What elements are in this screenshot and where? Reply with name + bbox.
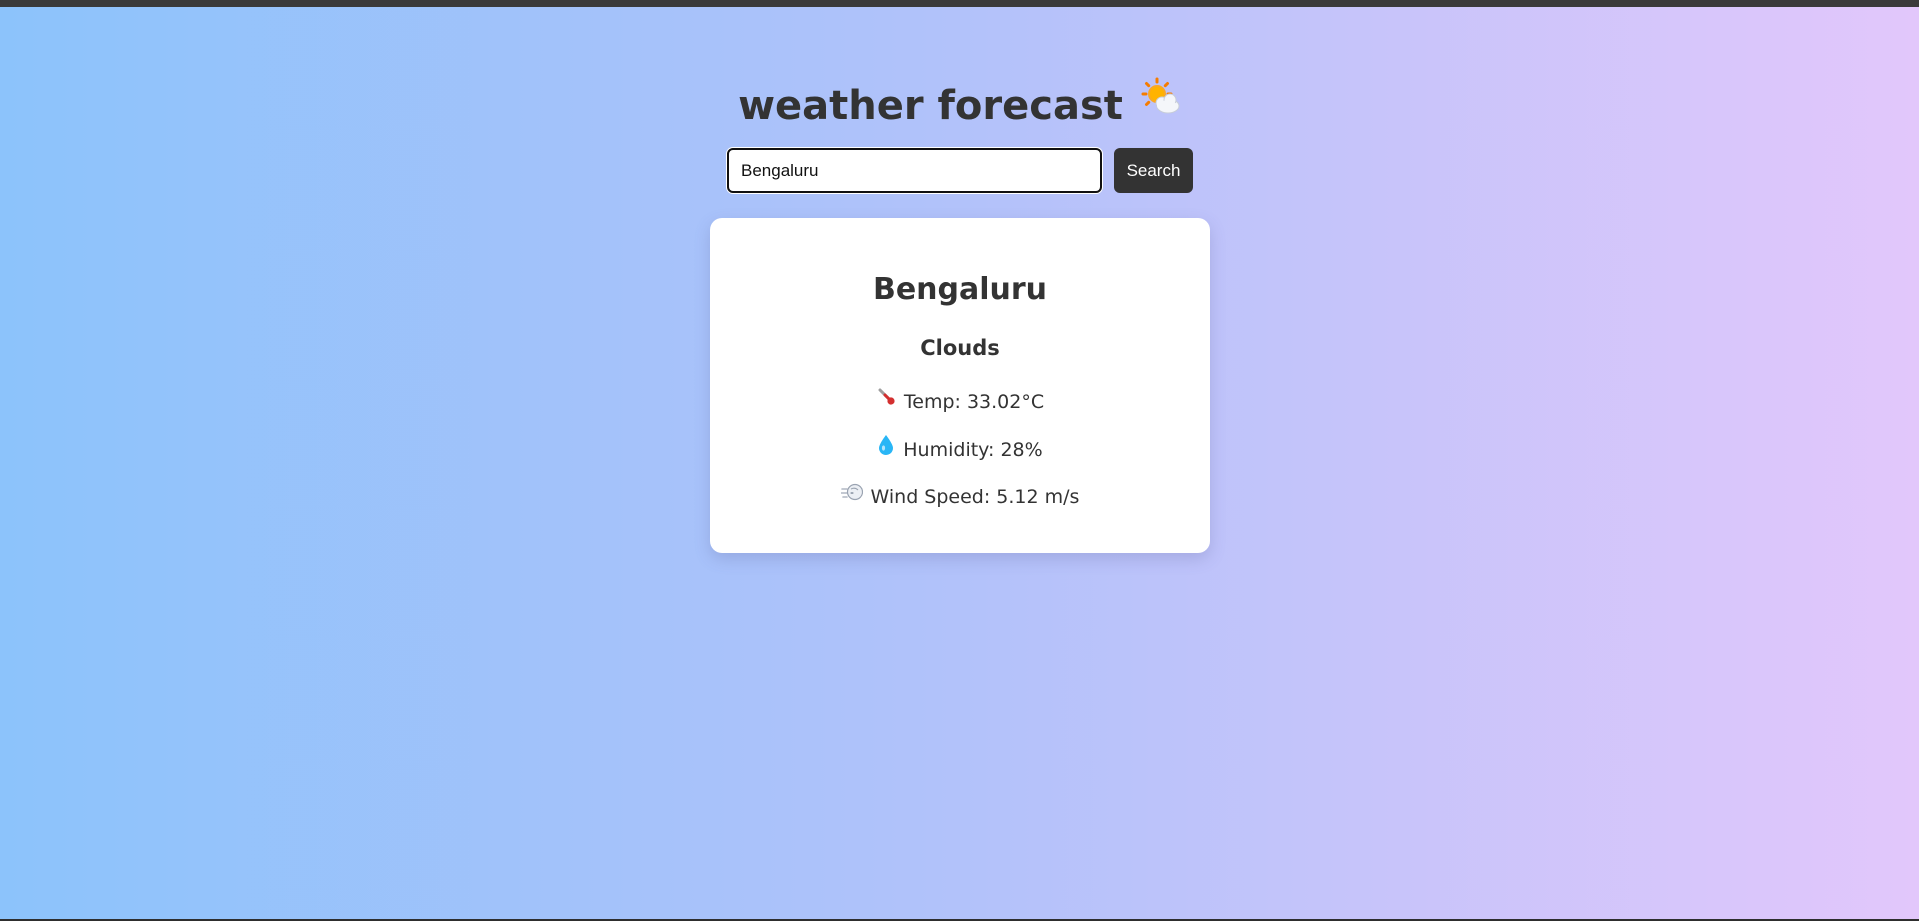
temperature-text: Temp: 33.02°C: [903, 391, 1045, 413]
wind-speed-text: Wind Speed: 5.12 m/s: [870, 486, 1080, 508]
temperature-row: Temp: 33.02°C: [710, 387, 1210, 416]
weather-card: Bengaluru Clouds Temp: 33.02°C Humidity:…: [710, 218, 1210, 553]
page-title-text: weather forecast: [738, 83, 1123, 129]
page-title: weather forecast: [0, 76, 1919, 136]
humidity-row: Humidity: 28%: [710, 434, 1210, 465]
thermometer-icon: [876, 387, 896, 414]
sun-behind-cloud-icon: [1137, 76, 1181, 132]
city-name: Bengaluru: [872, 272, 1048, 307]
search-input[interactable]: [727, 148, 1102, 193]
weather-condition: Clouds: [920, 336, 1000, 360]
wind-face-icon: [839, 481, 863, 510]
droplet-icon: [877, 434, 895, 463]
wind-speed-row: Wind Speed: 5.12 m/s: [710, 483, 1210, 512]
window-top-bar: [0, 0, 1919, 7]
search-button[interactable]: Search: [1114, 148, 1193, 193]
humidity-text: Humidity: 28%: [903, 439, 1043, 461]
